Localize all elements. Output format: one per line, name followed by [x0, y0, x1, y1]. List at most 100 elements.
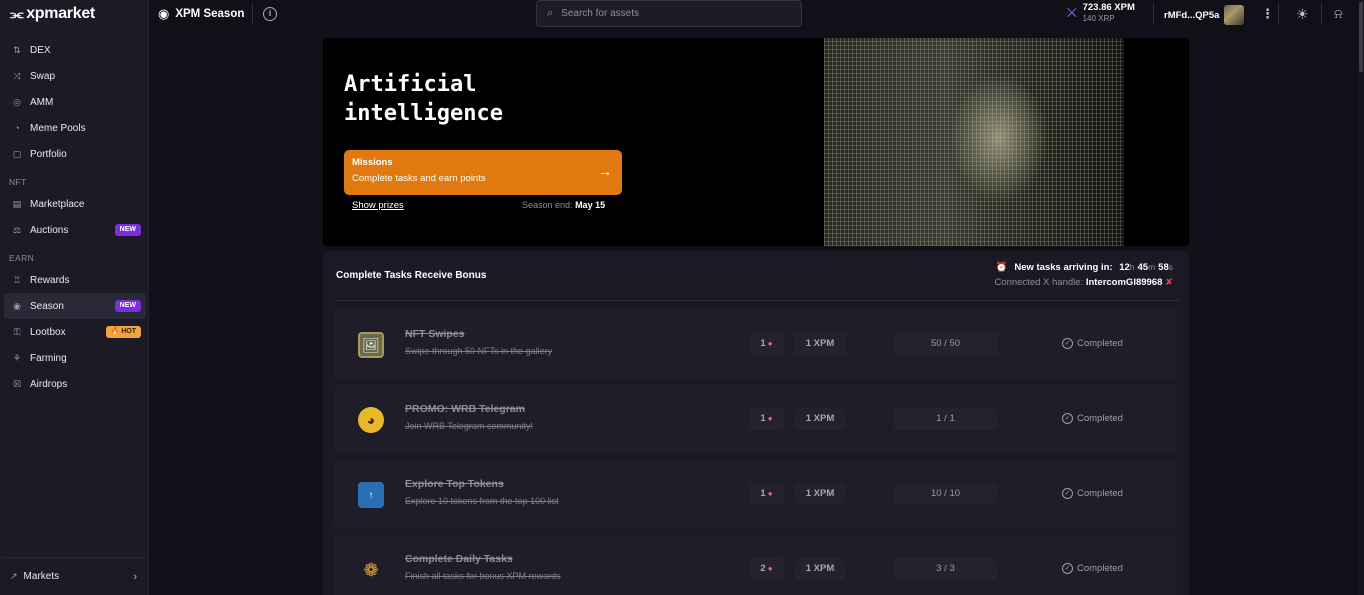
divider: [1321, 3, 1322, 25]
balance-sub: 140 XRP: [1082, 14, 1115, 23]
alarm-clock-icon: ⏰: [995, 262, 1008, 273]
top-bar: ◉ XPM Season i ⌕ ⨉ 723.86 XPM 140 XRP rM…: [149, 0, 1364, 28]
new-tasks-label: New tasks arriving in:: [1014, 262, 1113, 273]
task-progress: 50 / 50: [894, 333, 997, 355]
sidebar-item-farming[interactable]: ⚘ Farming: [4, 345, 146, 371]
sidebar-item-label: Meme Pools: [30, 122, 86, 134]
sidebar-item-amm[interactable]: ◎ AMM: [4, 89, 146, 115]
markets-chart-icon: ↗: [10, 571, 18, 581]
season-end-date: May 15: [575, 200, 606, 210]
sidebar-item-label: Season: [30, 300, 64, 312]
amm-icon: ◎: [13, 96, 21, 107]
sidebar-item-swap[interactable]: ⤨ Swap: [4, 63, 146, 89]
top-tokens-icon: ↑: [358, 482, 384, 508]
sidebar-item-label: AMM: [30, 96, 54, 108]
sidebar-item-rewards[interactable]: ♖ Rewards: [4, 267, 146, 293]
points-value: 1: [760, 413, 766, 424]
markets-button[interactable]: ↗ Markets ›: [2, 557, 147, 595]
connected-label: Connected X handle:: [994, 277, 1084, 288]
sidebar-item-airdrops[interactable]: ☒ Airdrops: [4, 371, 146, 397]
points-value: 1: [760, 488, 766, 499]
season-end-label: Season end:: [522, 200, 573, 210]
check-circle-icon: ✓: [1062, 413, 1073, 424]
search-input[interactable]: [561, 8, 762, 19]
task-status-label: Completed: [1077, 563, 1123, 574]
dex-icon: ⇅: [13, 44, 21, 55]
sidebar-item-lootbox[interactable]: ⚿ Lootbox 🔥 HOT: [4, 319, 146, 345]
bell-icon[interactable]: ⍾: [1334, 6, 1343, 22]
task-progress: 3 / 3: [894, 558, 997, 580]
check-circle-icon: ✓: [1062, 488, 1073, 499]
hot-badge: 🔥 HOT: [105, 326, 141, 338]
hero-title: Artificial intelligence: [344, 72, 503, 126]
balance-amount: 723.86 XPM: [1082, 2, 1135, 13]
task-desc: Swipe through 50 NFTs in the gallery: [405, 346, 553, 356]
task-points: 2 ●: [749, 558, 784, 580]
logo-text: xpmarket: [26, 5, 95, 22]
sidebar-item-label: Airdrops: [30, 378, 68, 390]
account-button[interactable]: rMFd...QP5a: [1164, 5, 1245, 25]
xpmarket-logo[interactable]: ⫘ xpmarket: [10, 4, 95, 24]
unlink-icon[interactable]: ✘: [1165, 277, 1173, 288]
missions-title: Missions: [352, 157, 393, 168]
sidebar-item-label: Portfolio: [30, 148, 67, 160]
brain-icon: ●: [767, 339, 773, 348]
ai-face-artwork: [824, 38, 1124, 246]
info-icon[interactable]: i: [263, 7, 277, 21]
sidebar-item-dex[interactable]: ⇅ DEX: [4, 37, 146, 63]
timer-seconds-unit: s: [1168, 262, 1173, 272]
sidebar: ⫘ xpmarket ⇅ DEX ⤨ Swap ◎ AMM ◔ Meme Poo…: [0, 0, 149, 595]
task-progress: 10 / 10: [894, 483, 997, 505]
page-scrollbar[interactable]: [1358, 0, 1364, 595]
page-title-text: XPM Season: [175, 8, 245, 20]
task-name: NFT Swipes: [405, 328, 465, 340]
sidebar-item-auctions[interactable]: ⚖ Auctions NEW: [4, 217, 146, 243]
divider: [1278, 3, 1279, 25]
more-menu-icon[interactable]: ⋮: [1261, 6, 1274, 22]
new-tasks-timer: ⏰ New tasks arriving in: 12h 45m 58s: [994, 262, 1173, 273]
sidebar-nav: ⇅ DEX ⤨ Swap ◎ AMM ◔ Meme Pools ▢ Portfo…: [4, 37, 146, 397]
timer-minutes-unit: m: [1148, 262, 1156, 272]
brain-icon: ●: [767, 489, 773, 498]
task-row[interactable]: ◕ PROMO: WRB Telegram Join WRB Telegram …: [334, 385, 1177, 453]
divider: [334, 300, 1180, 301]
sidebar-item-meme-pools[interactable]: ◔ Meme Pools: [4, 115, 146, 141]
search-box[interactable]: ⌕: [536, 0, 802, 27]
meme-pools-icon: ◔: [14, 123, 20, 133]
show-prizes-link[interactable]: Show prizes: [352, 200, 404, 211]
sidebar-item-label: Lootbox: [30, 326, 66, 338]
farming-icon: ⚘: [12, 352, 22, 363]
sidebar-item-portfolio[interactable]: ▢ Portfolio: [4, 141, 146, 167]
trophy-icon: ♖: [12, 274, 22, 285]
task-reward: 1 XPM: [795, 333, 845, 355]
eye-icon: ◉: [158, 6, 170, 21]
task-desc: Join WRB Telegram community!: [405, 421, 533, 431]
task-status-label: Completed: [1077, 338, 1123, 349]
wallet-balance[interactable]: ⨉ 723.86 XPM 140 XRP: [1067, 2, 1135, 23]
task-desc: Finish all tasks for bonus XPM rewards: [405, 571, 561, 581]
sidebar-item-label: Rewards: [30, 274, 70, 286]
task-row[interactable]: 🖼 NFT Swipes Swipe through 50 NFTs in th…: [334, 310, 1177, 378]
timer-hours-unit: h: [1129, 262, 1135, 272]
search-icon: ⌕: [547, 7, 554, 19]
sidebar-item-season[interactable]: ◉ Season NEW: [4, 293, 146, 319]
task-name: Complete Daily Tasks: [405, 553, 513, 565]
task-reward: 1 XPM: [795, 558, 845, 580]
points-value: 1: [760, 338, 766, 349]
task-name: Explore Top Tokens: [405, 478, 504, 490]
theme-toggle-icon[interactable]: ☀: [1296, 6, 1309, 23]
task-row[interactable]: ❁ Complete Daily Tasks Finish all tasks …: [334, 535, 1177, 595]
sidebar-item-label: Marketplace: [30, 198, 85, 210]
page-title: ◉ XPM Season: [158, 6, 244, 22]
task-reward: 1 XPM: [795, 408, 845, 430]
task-points: 1 ●: [749, 408, 784, 430]
divider: [1153, 3, 1154, 25]
missions-button[interactable]: Missions Complete tasks and earn points …: [344, 150, 622, 195]
check-circle-icon: ✓: [1062, 338, 1073, 349]
nav-section-nft: NFT: [9, 177, 27, 187]
timer-minutes: 45: [1137, 262, 1149, 273]
task-row[interactable]: ↑ Explore Top Tokens Explore 10 tokens f…: [334, 460, 1177, 528]
tasks-panel-info: ⏰ New tasks arriving in: 12h 45m 58s Conne…: [994, 262, 1173, 288]
sidebar-item-marketplace[interactable]: ▤ Marketplace: [4, 191, 146, 217]
scrollbar-thumb[interactable]: [1359, 2, 1363, 72]
